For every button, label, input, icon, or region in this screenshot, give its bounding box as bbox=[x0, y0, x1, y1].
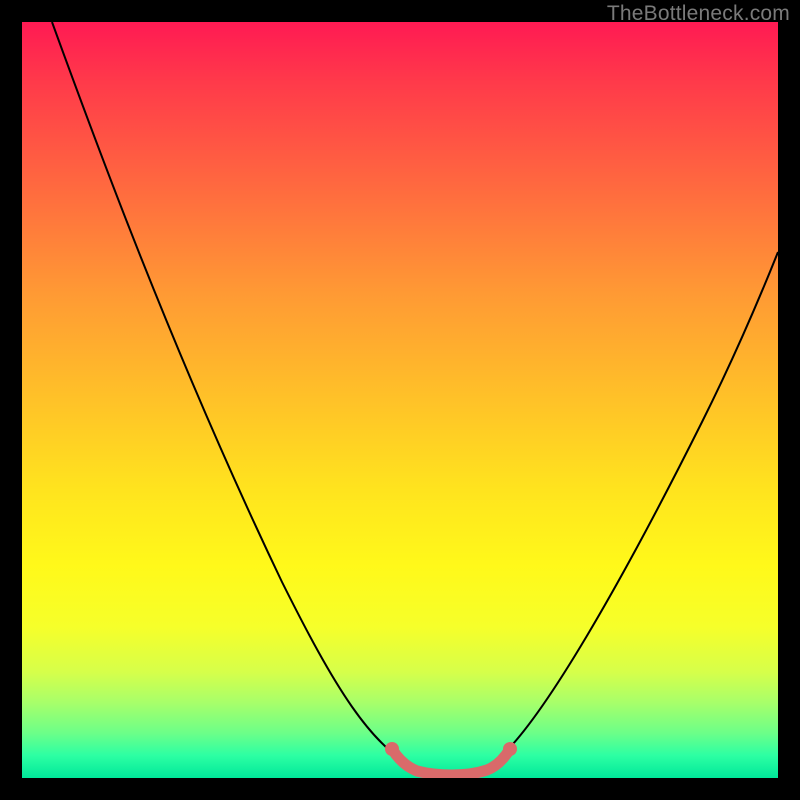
optimal-zone-endpoint-right bbox=[503, 742, 517, 756]
bottleneck-curve bbox=[52, 22, 778, 774]
optimal-zone-highlight bbox=[392, 749, 510, 775]
watermark-text: TheBottleneck.com bbox=[607, 2, 790, 26]
optimal-zone-endpoint-left bbox=[385, 742, 399, 756]
chart-plot-area bbox=[22, 22, 778, 778]
chart-svg-layer bbox=[22, 22, 778, 778]
